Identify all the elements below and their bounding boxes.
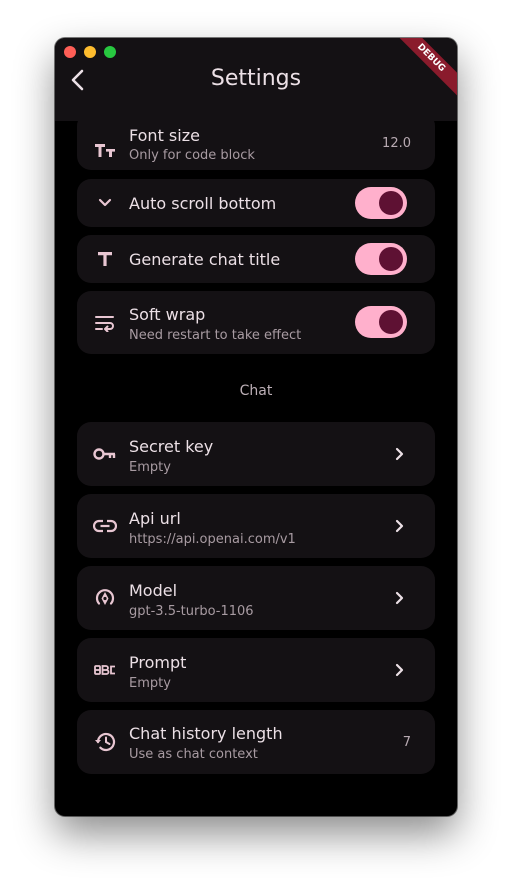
soft-wrap-subtitle: Need restart to take effect	[129, 328, 302, 343]
chevron-down-icon	[93, 191, 117, 215]
soft-wrap-label: Soft wrap	[129, 305, 206, 324]
close-window-button[interactable]	[64, 46, 76, 58]
secret-key-label: Secret key	[129, 437, 214, 456]
window-controls	[64, 46, 116, 58]
history-length-value: 7	[402, 735, 411, 750]
chevron-right-icon	[395, 519, 404, 533]
soft-wrap-setting[interactable]: Soft wrap Need restart to take effect	[77, 291, 435, 354]
generate-title-label: Generate chat title	[129, 250, 281, 269]
secret-key-setting[interactable]: Secret key Empty	[77, 422, 435, 486]
abc-icon	[93, 658, 117, 682]
api-url-value: https://api.openai.com/v1	[129, 532, 296, 547]
settings-list: Font size Only for code block 12.0 Auto …	[55, 38, 457, 816]
prompt-label: Prompt	[129, 653, 187, 672]
font-size-label: Font size	[129, 126, 200, 145]
text-size-icon	[93, 138, 117, 162]
maximize-window-button[interactable]	[104, 46, 116, 58]
model-setting[interactable]: Model gpt-3.5-turbo-1106	[77, 566, 435, 630]
toggle-knob	[379, 247, 403, 271]
app-bar: Settings	[55, 38, 457, 121]
prompt-setting[interactable]: Prompt Empty	[77, 638, 435, 702]
api-url-setting[interactable]: Api url https://api.openai.com/v1	[77, 494, 435, 558]
model-value: gpt-3.5-turbo-1106	[129, 604, 254, 619]
app-window: Font size Only for code block 12.0 Auto …	[55, 38, 457, 816]
chevron-right-icon	[395, 591, 404, 605]
title-icon	[93, 247, 117, 271]
wrap-text-icon	[93, 311, 117, 335]
secret-key-value: Empty	[129, 460, 171, 475]
history-length-setting[interactable]: Chat history length Use as chat context …	[77, 710, 435, 774]
page-title: Settings	[210, 66, 302, 91]
api-url-label: Api url	[129, 509, 181, 528]
auto-scroll-setting[interactable]: Auto scroll bottom	[77, 179, 435, 227]
link-icon	[93, 514, 117, 538]
history-length-subtitle: Use as chat context	[129, 747, 258, 762]
auto-scroll-label: Auto scroll bottom	[129, 194, 277, 213]
generate-title-setting[interactable]: Generate chat title	[77, 235, 435, 283]
soft-wrap-toggle[interactable]	[355, 306, 407, 338]
font-size-subtitle: Only for code block	[129, 148, 255, 163]
chevron-right-icon	[395, 663, 404, 677]
history-icon	[93, 730, 117, 754]
model-icon	[93, 586, 117, 610]
chevron-right-icon	[395, 447, 404, 461]
history-length-label: Chat history length	[129, 724, 283, 743]
font-size-value: 12.0	[382, 136, 411, 151]
auto-scroll-toggle[interactable]	[355, 187, 407, 219]
toggle-knob	[379, 310, 403, 334]
prompt-value: Empty	[129, 676, 171, 691]
chat-section-header: Chat	[239, 383, 273, 399]
toggle-knob	[379, 191, 403, 215]
generate-title-toggle[interactable]	[355, 243, 407, 275]
minimize-window-button[interactable]	[84, 46, 96, 58]
key-icon	[93, 442, 117, 466]
model-label: Model	[129, 581, 178, 600]
